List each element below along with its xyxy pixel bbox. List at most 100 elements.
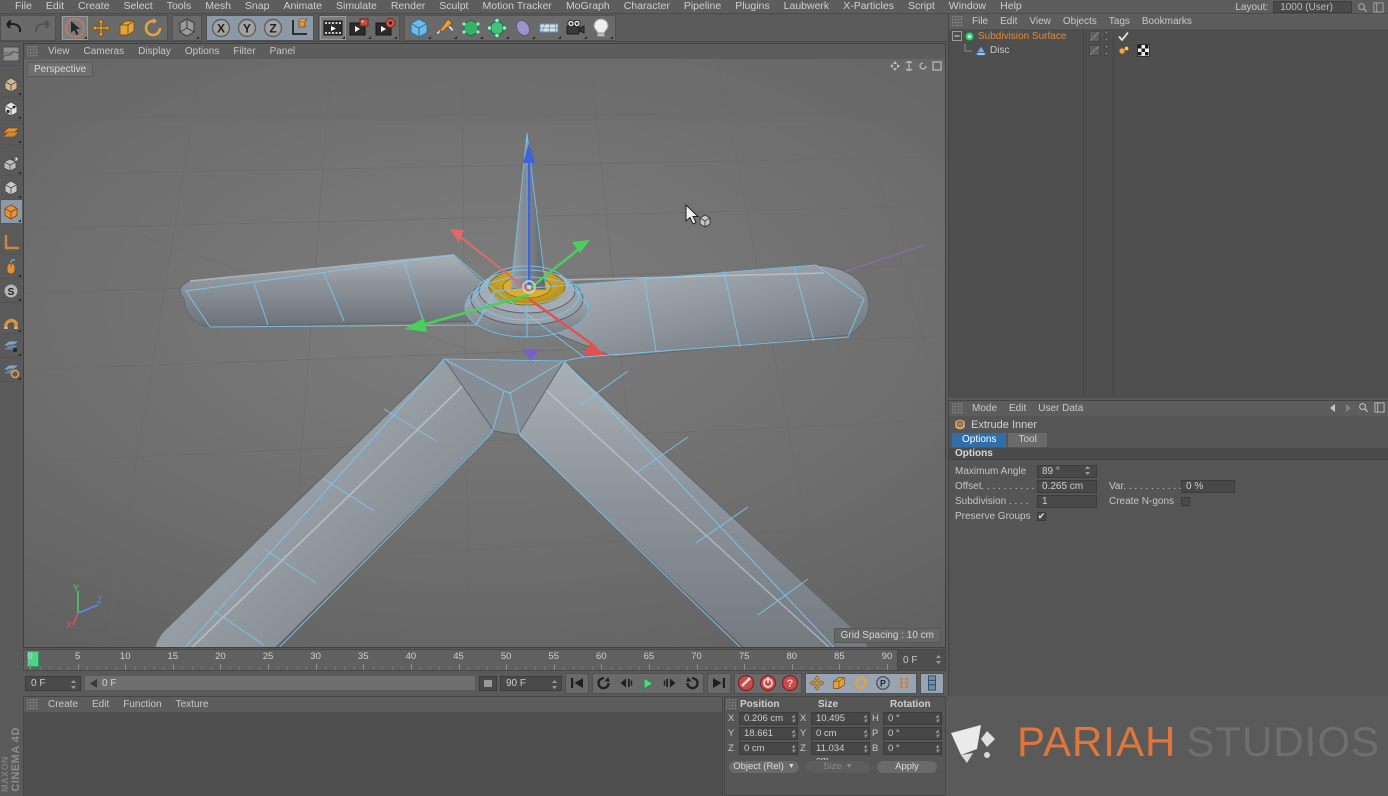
- points-mode-button[interactable]: [0, 121, 22, 145]
- menu-item-help[interactable]: Help: [993, 0, 1029, 13]
- viewport-menu-panel[interactable]: Panel: [263, 45, 303, 59]
- timeline-frame-field[interactable]: 0 F: [897, 650, 945, 670]
- search-icon[interactable]: [1358, 402, 1369, 413]
- slider-handle-icon[interactable]: [89, 678, 99, 688]
- edges-mode-button[interactable]: [0, 152, 22, 176]
- previous-key-button[interactable]: [593, 673, 615, 693]
- play-button[interactable]: [637, 673, 659, 693]
- size-mode-dropdown[interactable]: Size ▼: [805, 759, 871, 774]
- viewport-pan-icon[interactable]: [890, 61, 900, 71]
- editor-visibility-icon[interactable]: [1088, 44, 1100, 56]
- visibility-dot-pair[interactable]: [1103, 30, 1109, 42]
- rotation-p-input[interactable]: 0 ° ▴ ▾: [883, 727, 942, 740]
- add-environment-button[interactable]: [510, 16, 536, 40]
- render-settings-button[interactable]: [372, 16, 398, 40]
- lock-z-button[interactable]: Z: [260, 16, 286, 40]
- menu-item-motion-tracker[interactable]: Motion Tracker: [475, 0, 558, 13]
- object-menu-objects[interactable]: Objects: [1057, 15, 1103, 29]
- add-floor-button[interactable]: [536, 16, 562, 40]
- keyframe-selection-button[interactable]: ?: [779, 673, 801, 693]
- search-icon[interactable]: [1357, 2, 1368, 13]
- lock-x-button[interactable]: X: [208, 16, 234, 40]
- panel-grip-icon[interactable]: [952, 403, 963, 414]
- material-menu-texture[interactable]: Texture: [169, 698, 216, 712]
- current-frame-field[interactable]: 0 F: [25, 675, 81, 691]
- menu-item-tools[interactable]: Tools: [160, 0, 199, 13]
- polygons-mode-button-alt[interactable]: [0, 176, 22, 200]
- material-menu-create[interactable]: Create: [41, 698, 85, 712]
- spinner-arrows-icon[interactable]: [1084, 465, 1091, 476]
- menu-item-snap[interactable]: Snap: [238, 0, 277, 13]
- size-x-input[interactable]: 10.495 cm▴▾: [811, 712, 870, 736]
- object-row-subdivision-surface[interactable]: Subdivision Surface: [949, 29, 1083, 43]
- go-to-start-button[interactable]: [566, 673, 588, 693]
- live-selection-button[interactable]: [62, 15, 88, 40]
- record-active-objects-button[interactable]: [735, 673, 757, 693]
- layout-value[interactable]: 1000 (User): [1273, 1, 1352, 13]
- move-button[interactable]: [88, 16, 114, 40]
- polygons-mode-button[interactable]: [0, 200, 22, 224]
- snap-button[interactable]: S: [0, 279, 22, 303]
- position-key-button[interactable]: [806, 673, 828, 693]
- preview-range-handle[interactable]: [479, 675, 497, 691]
- render-to-picture-viewer-button[interactable]: [346, 16, 372, 40]
- object-tree[interactable]: Subdivision Surface Disc: [949, 29, 1084, 398]
- panel-grip-icon[interactable]: [952, 16, 963, 27]
- object-menu-view[interactable]: View: [1023, 15, 1057, 29]
- menu-item-simulate[interactable]: Simulate: [329, 0, 384, 13]
- viewport-solo-button[interactable]: [0, 255, 22, 279]
- viewport-zoom-icon[interactable]: [904, 61, 914, 71]
- menu-item-script[interactable]: Script: [901, 0, 942, 13]
- object-menu-file[interactable]: File: [966, 15, 994, 29]
- workplane-button[interactable]: [0, 334, 22, 358]
- viewport-menu-view[interactable]: View: [41, 45, 77, 59]
- menu-item-sculpt[interactable]: Sculpt: [432, 0, 475, 13]
- add-cube-button[interactable]: [406, 16, 432, 40]
- texture-axis-mode-button[interactable]: [0, 42, 22, 66]
- panel-menu-icon[interactable]: [1373, 1, 1384, 13]
- viewport-canvas[interactable]: Y Z X Perspective Grid Spacing : 10 cm: [24, 59, 945, 647]
- magnet-button[interactable]: [0, 310, 22, 334]
- viewport-maximize-icon[interactable]: [932, 61, 942, 71]
- menu-item-window[interactable]: Window: [942, 0, 993, 13]
- viewport-menu-display[interactable]: Display: [131, 45, 178, 59]
- axis-mode-button[interactable]: [0, 231, 22, 255]
- world-object-axis-button[interactable]: [174, 16, 200, 40]
- add-spline-button[interactable]: [432, 16, 458, 40]
- step-back-button[interactable]: [615, 673, 637, 693]
- apply-button[interactable]: Apply: [876, 759, 938, 774]
- visibility-dot-pair[interactable]: [1103, 44, 1109, 56]
- time-slider[interactable]: 0 F: [84, 675, 476, 691]
- menu-item-plugins[interactable]: Plugins: [728, 0, 776, 13]
- texture-tag-icon[interactable]: [1137, 43, 1150, 57]
- panel-grip-icon[interactable]: [726, 698, 737, 710]
- editor-visibility-icon[interactable]: [1088, 30, 1100, 42]
- add-generator-button[interactable]: [458, 16, 484, 40]
- spinner-arrows-icon[interactable]: [70, 679, 77, 690]
- menu-item-edit[interactable]: Edit: [39, 0, 71, 13]
- menu-item-create[interactable]: Create: [71, 0, 117, 13]
- layout-selector[interactable]: Layout: 1000 (User): [1235, 0, 1384, 14]
- add-camera-button[interactable]: [562, 16, 588, 40]
- preserve-groups-checkbox[interactable]: ✔: [1037, 512, 1046, 521]
- object-menu-bookmarks[interactable]: Bookmarks: [1136, 15, 1198, 29]
- animation-preferences-button[interactable]: [921, 673, 943, 693]
- coordinate-mode-dropdown[interactable]: Object (Rel) ▼: [728, 759, 800, 774]
- nav-back-icon[interactable]: [1328, 403, 1338, 413]
- panel-grip-icon[interactable]: [27, 699, 38, 710]
- enabled-check-icon[interactable]: [1118, 31, 1129, 42]
- menu-item-mesh[interactable]: Mesh: [198, 0, 238, 13]
- offset-input[interactable]: 0.265 cm: [1037, 480, 1097, 493]
- object-menu-tags[interactable]: Tags: [1103, 15, 1136, 29]
- menu-item-laubwerk[interactable]: Laubwerk: [777, 0, 837, 13]
- menu-item-mograph[interactable]: MoGraph: [559, 0, 617, 13]
- phong-tag-icon[interactable]: [1118, 44, 1130, 56]
- visibility-dots-row[interactable]: [1084, 43, 1113, 57]
- spinner-arrows-icon[interactable]: [935, 654, 942, 665]
- go-to-end-button[interactable]: [708, 673, 730, 693]
- position-z-input[interactable]: 0 cm ▴ ▾: [739, 742, 798, 755]
- menu-item-character[interactable]: Character: [617, 0, 677, 13]
- menu-item-pipeline[interactable]: Pipeline: [677, 0, 728, 13]
- viewport-menu-filter[interactable]: Filter: [226, 45, 262, 59]
- material-list[interactable]: [24, 712, 722, 796]
